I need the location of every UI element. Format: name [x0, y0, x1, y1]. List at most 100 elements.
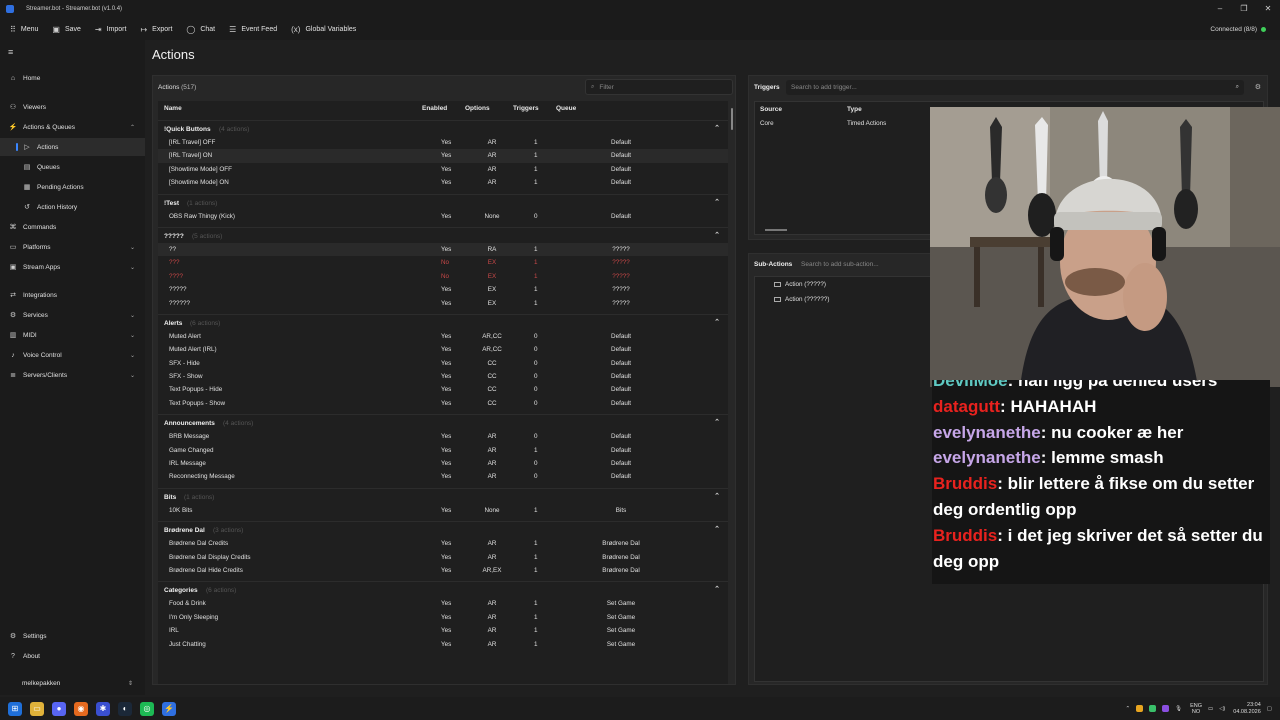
table-row[interactable]: Game Changed Yes AR 1 Default: [158, 444, 728, 457]
table-row[interactable]: Reconnecting Message Yes AR 0 Default: [158, 470, 728, 483]
sidebar-item-about[interactable]: ? About: [0, 647, 145, 665]
sidebar-item-actions-queues[interactable]: ⚡ Actions & Queues ⌃: [0, 118, 145, 136]
sidebar-item-pending-actions[interactable]: ▦ Pending Actions: [0, 178, 145, 196]
table-row[interactable]: Just Chatting Yes AR 1 Set Game: [158, 638, 728, 651]
table-row[interactable]: [IRL Travel] OFF Yes AR 1 Default: [158, 136, 728, 149]
chevron-up-icon[interactable]: ⌃: [714, 585, 720, 593]
connection-status[interactable]: Connected (8/8): [1210, 18, 1266, 40]
chevron-up-icon[interactable]: ⌃: [714, 418, 720, 426]
table-row[interactable]: ????? Yes EX 1?????: [158, 283, 728, 296]
table-row[interactable]: I'm Only Sleeping Yes AR 1 Set Game: [158, 611, 728, 624]
streamerbot-icon[interactable]: ⚡: [162, 701, 176, 716]
chevron-up-icon[interactable]: ⌃: [714, 198, 720, 206]
table-row[interactable]: Text Popups - Show Yes CC 0 Default: [158, 397, 728, 410]
chevron-up-icon[interactable]: ⌃: [714, 525, 720, 533]
clock[interactable]: 23:04 04.08.2026: [1233, 702, 1261, 715]
table-row[interactable]: SFX - Hide Yes CC 0 Default: [158, 357, 728, 370]
table-row[interactable]: Muted Alert Yes AR,CC 0 Default: [158, 330, 728, 343]
global-variables-button[interactable]: (x) Global Variables: [291, 20, 356, 38]
table-row[interactable]: BRB Message Yes AR 0 Default: [158, 430, 728, 443]
sidebar-item-settings[interactable]: ⚙ Settings: [0, 627, 145, 645]
sidebar-item-actions[interactable]: ▷ Actions: [0, 138, 145, 156]
sidebar-item-voice-control[interactable]: ♪ Voice Control ⌄: [0, 346, 145, 364]
chevron-up-icon[interactable]: ⌃: [1125, 706, 1130, 712]
column-header-enabled[interactable]: Enabled: [422, 105, 447, 112]
action-group-header[interactable]: Brødrene Dal (3 actions) ⌃: [158, 521, 728, 537]
hamburger-icon[interactable]: ≡: [8, 47, 13, 57]
sidebar-item-home[interactable]: ⌂ Home: [0, 69, 145, 87]
sidebar-item-services[interactable]: ⚙ Services ⌄: [0, 306, 145, 324]
sidebar-item-servers-clients[interactable]: ≣ Servers/Clients ⌄: [0, 366, 145, 384]
table-row[interactable]: Text Popups - Hide Yes CC 0 Default: [158, 383, 728, 396]
table-row[interactable]: ???? No EX 1?????: [158, 270, 728, 283]
subaction-item[interactable]: Action (?????): [774, 281, 826, 288]
save-button[interactable]: ▣ Save: [52, 20, 81, 38]
column-header-queue[interactable]: Queue: [556, 105, 576, 112]
filter-input[interactable]: ⌕ Filter: [585, 79, 733, 95]
sidebar-item-action-history[interactable]: ↺ Action History: [0, 198, 145, 216]
chevron-up-icon[interactable]: ⌃: [714, 124, 720, 132]
start-icon[interactable]: ⊞: [8, 701, 22, 716]
table-row[interactable]: Brødrene Dal Hide Credits Yes AR,EX 1 Brødre…: [158, 564, 728, 577]
action-group-header[interactable]: !Test (1 actions) ⌃: [158, 193, 728, 210]
menu-button[interactable]: ⠿ Menu: [10, 20, 38, 38]
table-row[interactable]: Brødrene Dal Credits Yes AR 1 Brødrene Dal: [158, 537, 728, 550]
language-indicator[interactable]: ENG NO: [1190, 703, 1202, 715]
table-row[interactable]: OBS Raw Thingy (Kick) Yes None 0 Default: [158, 210, 728, 223]
tray-app-icon[interactable]: [1136, 705, 1144, 712]
action-group-header[interactable]: Alerts (6 actions) ⌃: [158, 313, 728, 330]
table-row[interactable]: ?????? Yes EX 1?????: [158, 297, 728, 310]
chevron-updown-icon[interactable]: ⇕: [128, 680, 133, 687]
column-header-type[interactable]: Type: [847, 106, 862, 113]
sidebar-item-commands[interactable]: ⌘ Commands: [0, 218, 145, 236]
event-feed-button[interactable]: ☰ Event Feed: [229, 20, 277, 38]
firefox-icon[interactable]: ◉: [74, 701, 88, 716]
column-header-triggers[interactable]: Triggers: [513, 105, 539, 112]
column-header-name[interactable]: Name: [164, 105, 182, 112]
sidebar-item-integrations[interactable]: ⇄ Integrations: [0, 286, 145, 304]
column-header-options[interactable]: Options: [465, 105, 490, 112]
tray-app-icon[interactable]: [1162, 705, 1170, 712]
microphone-icon[interactable]: 🎙: [1175, 706, 1182, 712]
column-header-source[interactable]: Source: [760, 106, 782, 113]
discord-icon[interactable]: ●: [52, 701, 66, 716]
trigger-search-input[interactable]: Search to add trigger... ⌕: [786, 80, 1244, 95]
file-explorer-icon[interactable]: ▭: [30, 701, 44, 716]
user-profile[interactable]: melkepakken: [22, 680, 60, 687]
table-row[interactable]: ??? No EX 1?????: [158, 256, 728, 269]
table-row[interactable]: [Showtime Mode] OFF Yes AR 1 Default: [158, 163, 728, 176]
action-group-header[interactable]: ????? (5 actions) ⌃: [158, 226, 728, 243]
chevron-up-icon[interactable]: ⌃: [714, 318, 720, 326]
close-icon[interactable]: ✕: [1256, 0, 1280, 18]
table-row[interactable]: 10K Bits Yes None 1 Bits: [158, 504, 728, 517]
sidebar-item-midi[interactable]: ▥ MIDI ⌄: [0, 326, 145, 344]
table-row[interactable]: Brødrene Dal Display Credits Yes AR 1 Brødre…: [158, 551, 728, 564]
minimize-icon[interactable]: –: [1208, 0, 1232, 18]
network-icon[interactable]: ▭: [1208, 706, 1213, 712]
triggers-scrollbar[interactable]: [765, 229, 787, 231]
import-button[interactable]: ⇥ Import: [95, 20, 127, 38]
table-row[interactable]: [IRL Travel] ON Yes AR 1 Default: [158, 149, 728, 163]
action-group-header[interactable]: Announcements (4 actions) ⌃: [158, 414, 728, 430]
action-group-header[interactable]: Categories (6 actions) ⌃: [158, 581, 728, 597]
gear-icon[interactable]: ⚙: [1255, 83, 1261, 91]
sidebar-item-stream-apps[interactable]: ▣ Stream Apps ⌄: [0, 258, 145, 276]
tray-app-icon[interactable]: [1149, 705, 1157, 712]
export-button[interactable]: ↦ Export: [140, 20, 172, 38]
spotify-icon[interactable]: ◎: [140, 701, 154, 716]
table-row[interactable]: Muted Alert (IRL) Yes AR,CC 0 Default: [158, 343, 728, 356]
sidebar-item-queues[interactable]: ▤ Queues: [0, 158, 145, 176]
table-row[interactable]: SFX - Show Yes CC 0 Default: [158, 370, 728, 383]
table-row[interactable]: ?? Yes RA 1?????: [158, 242, 728, 257]
trigger-type-cell[interactable]: Timed Actions: [847, 120, 886, 127]
actions-scrollbar[interactable]: [731, 108, 733, 130]
chevron-up-icon[interactable]: ⌃: [714, 231, 720, 239]
sidebar-item-platforms[interactable]: ▭ Platforms ⌄: [0, 238, 145, 256]
maximize-icon[interactable]: ❐: [1232, 0, 1256, 18]
sidebar-item-viewers[interactable]: ⚇ Viewers: [0, 98, 145, 116]
volume-icon[interactable]: ◁): [1219, 706, 1225, 712]
notification-icon[interactable]: ▢: [1267, 706, 1272, 712]
action-group-header[interactable]: Bits (1 actions) ⌃: [158, 487, 728, 504]
chat-button[interactable]: ◯ Chat: [186, 20, 215, 38]
table-row[interactable]: Food & Drink Yes AR 1 Set Game: [158, 597, 728, 610]
